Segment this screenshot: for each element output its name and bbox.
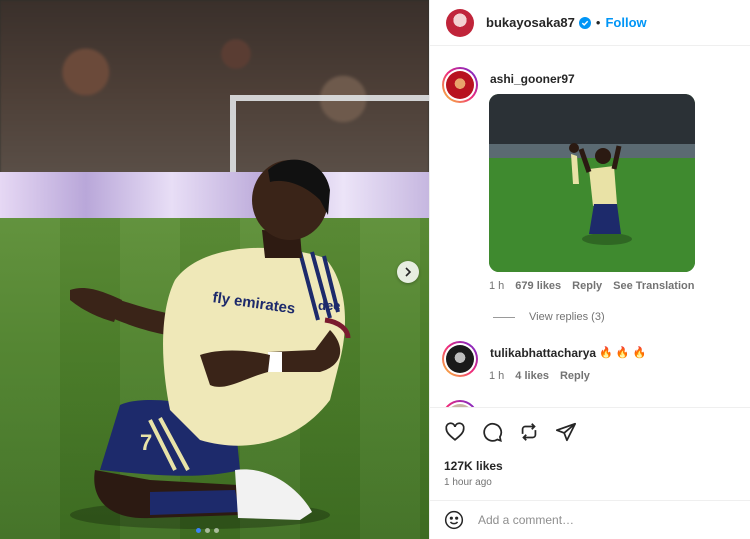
likes-count[interactable]: 127K likes [444, 459, 503, 473]
comment-username[interactable]: ashi_gooner97 [490, 72, 575, 86]
add-comment-bar [430, 500, 750, 539]
gif-image [489, 94, 695, 272]
carousel-indicator [196, 528, 219, 533]
comment-time: 1 h [489, 280, 505, 292]
commenter-avatar-partial [442, 400, 478, 407]
shorts-number: 7 [140, 430, 152, 455]
reply-button[interactable]: Reply [572, 280, 602, 292]
emoji-icon[interactable] [444, 510, 464, 530]
comment-input[interactable] [478, 513, 698, 527]
commenter-avatar[interactable] [442, 341, 478, 377]
post-actions: 127K likes 1 hour ago [430, 407, 750, 500]
comment-meta: 1 h 4 likes Reply [489, 370, 590, 382]
comment-username[interactable]: tulikabhattacharya [490, 346, 596, 360]
view-replies-label: View replies (3) [529, 311, 605, 323]
jersey-sleeve-sponsor: dee [318, 298, 340, 313]
comment-icon[interactable] [481, 421, 503, 443]
comment-likes[interactable]: 679 likes [515, 280, 561, 292]
post-media[interactable]: 7 fly emirates dee [0, 0, 429, 539]
view-replies-button[interactable]: View replies (3) [493, 311, 605, 323]
author-avatar[interactable] [446, 8, 474, 37]
comment-likes[interactable]: 4 likes [515, 370, 549, 382]
author-username[interactable]: bukayosaka87 [486, 15, 575, 30]
commenter-avatar[interactable] [442, 67, 478, 103]
comment-gif[interactable] [489, 94, 695, 272]
share-icon[interactable] [555, 421, 577, 443]
see-translation-button[interactable]: See Translation [613, 280, 694, 292]
fire-emoji: 🔥 🔥 🔥 [599, 347, 647, 359]
carousel-dot [196, 528, 201, 533]
post-time: 1 hour ago [444, 477, 492, 488]
carousel-dot [205, 528, 210, 533]
reply-button[interactable]: Reply [560, 370, 590, 382]
comments-list[interactable]: ashi_gooner97 1 h 679 likes Reply See Tr… [430, 47, 750, 407]
carousel-dot [214, 528, 219, 533]
heart-icon[interactable] [444, 421, 466, 443]
header-separator: • [595, 15, 601, 30]
repost-icon[interactable] [518, 421, 540, 443]
replies-line [493, 316, 515, 318]
verified-icon [578, 16, 591, 29]
carousel-next-button[interactable] [397, 261, 419, 283]
comment-meta: 1 h 679 likes Reply See Translation [489, 280, 694, 292]
comment-time: 1 h [489, 370, 505, 382]
chevron-right-icon [405, 267, 412, 277]
follow-button[interactable]: Follow [605, 15, 646, 30]
post-sidebar: bukayosaka87 • Follow ashi_gooner97 1 h … [429, 0, 750, 539]
post-header: bukayosaka87 • Follow [430, 0, 750, 46]
player-figure: 7 fly emirates dee [70, 159, 351, 529]
